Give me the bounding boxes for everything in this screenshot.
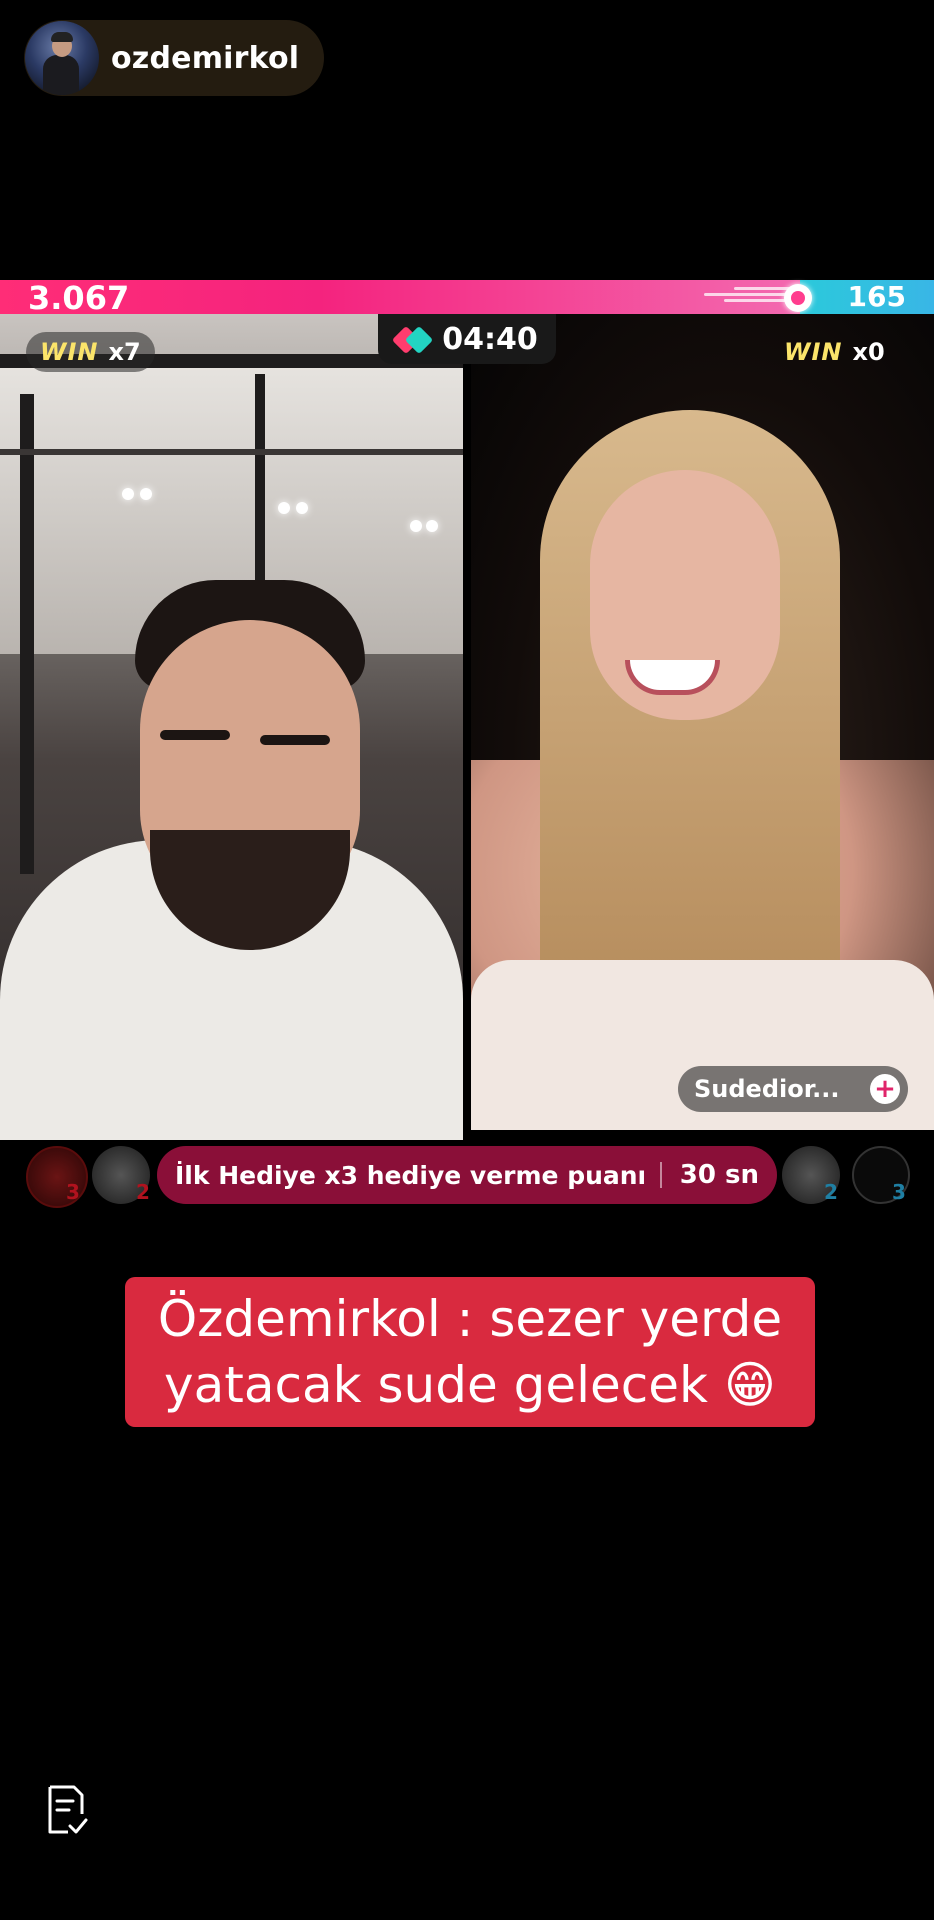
host-win-badge: WIN x7 — [26, 332, 155, 372]
document-check-icon[interactable] — [44, 1784, 88, 1836]
host-username: ozdemirkol — [111, 40, 300, 76]
score-bar-right: 165 — [800, 280, 934, 314]
task-text: İlk Hediye x3 hediye verme puanı — [175, 1160, 647, 1190]
host-avatar[interactable] — [25, 21, 99, 95]
timer-text: 04:40 — [442, 321, 538, 357]
gifter-rank: 2 — [136, 1180, 150, 1204]
win-count: x0 — [852, 338, 885, 366]
battle-icon — [392, 325, 434, 355]
guest-name: Sudedior... — [694, 1075, 840, 1103]
caption-line: Özdemirkol : sezer yerde — [157, 1290, 783, 1348]
win-count: x7 — [108, 338, 141, 366]
caption-line: yatacak sude gelecek 😁 — [164, 1356, 776, 1414]
plus-icon[interactable]: + — [870, 1074, 900, 1104]
task-divider — [659, 1162, 662, 1188]
guest-name-pill[interactable]: Sudedior... + — [678, 1066, 908, 1112]
score-orb-icon — [784, 284, 812, 312]
host-profile-pill[interactable]: ozdemirkol — [24, 20, 324, 96]
caption-box: Özdemirkol : sezer yerde yatacak sude ge… — [125, 1277, 815, 1427]
battle-timer: 04:40 — [378, 314, 556, 364]
speed-lines-icon — [684, 284, 794, 310]
score-bar-left: 3.067 — [0, 279, 800, 317]
task-timer: 30 sn — [679, 1160, 759, 1190]
gifter-rank: 3 — [66, 1180, 80, 1204]
gifter-rank: 3 — [892, 1180, 906, 1204]
gifter-rank: 2 — [824, 1180, 838, 1204]
score-right: 165 — [847, 280, 906, 313]
win-label: WIN — [784, 338, 843, 366]
gift-task-banner[interactable]: İlk Hediye x3 hediye verme puanı 30 sn — [157, 1146, 777, 1204]
guest-win-badge: WIN x0 — [770, 332, 899, 372]
win-label: WIN — [40, 338, 99, 366]
score-left: 3.067 — [28, 279, 130, 317]
